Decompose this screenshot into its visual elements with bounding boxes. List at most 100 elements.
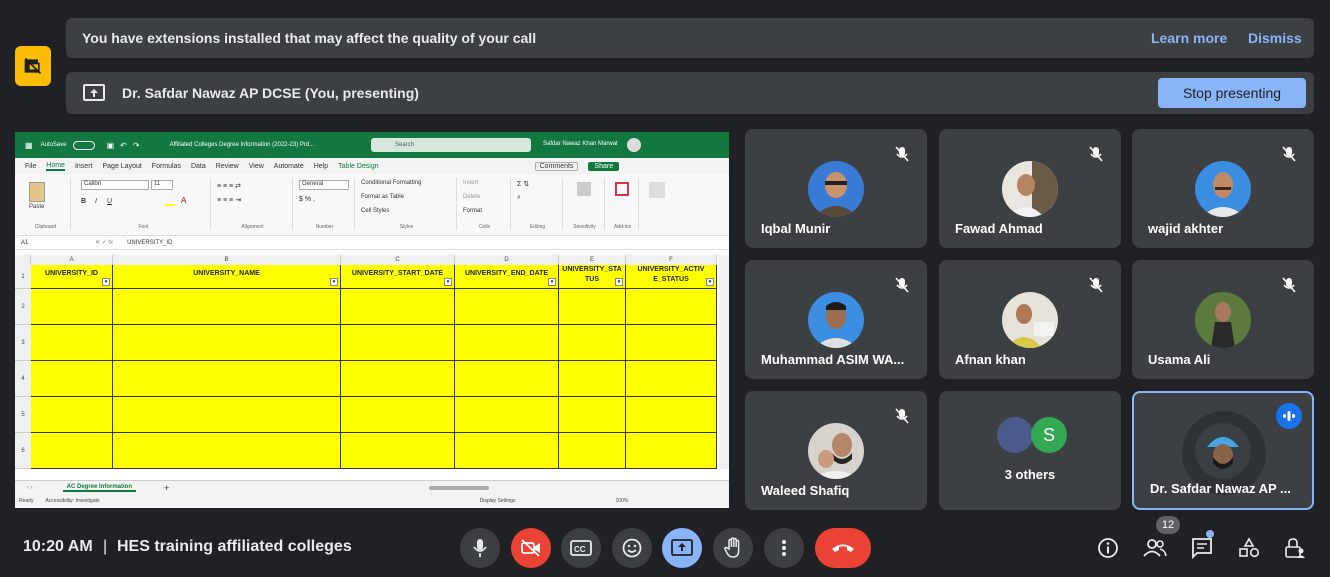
people-button[interactable] (1143, 536, 1167, 560)
font-size-select[interactable]: 11 (151, 180, 173, 190)
format-as-table-button[interactable]: Format as Table (361, 194, 404, 200)
autosum-icon[interactable]: Σ ⇅ (517, 180, 529, 188)
cell-styles-button[interactable]: Cell Styles (361, 208, 389, 214)
raise-hand-button[interactable] (713, 528, 753, 568)
column-a-cells[interactable] (31, 289, 113, 469)
column-d-cells[interactable] (455, 289, 559, 469)
analyze-data-icon[interactable] (649, 182, 665, 198)
menu-data[interactable]: Data (191, 163, 206, 170)
format-cells-button[interactable]: Format (463, 208, 482, 214)
chat-button[interactable] (1190, 536, 1214, 560)
column-e-cells[interactable] (559, 289, 626, 469)
menu-automate[interactable]: Automate (274, 163, 304, 170)
menu-table-design[interactable]: Table Design (338, 163, 378, 170)
menu-insert[interactable]: Insert (75, 163, 93, 170)
column-head-f[interactable]: F (626, 255, 717, 265)
sheet-tab-ac-degree[interactable]: AC Degree Information (62, 484, 137, 492)
row-head[interactable]: 6 (15, 433, 31, 469)
microphone-button[interactable] (460, 528, 500, 568)
dismiss-button[interactable]: Dismiss (1248, 30, 1302, 46)
learn-more-link[interactable]: Learn more (1151, 30, 1227, 46)
header-university-start-date[interactable]: UNIVERSITY_START_DATE ▾ (341, 265, 455, 289)
participant-tile[interactable]: Afnan khan (939, 260, 1121, 379)
font-color-icon[interactable]: A (181, 196, 186, 205)
meeting-details-button[interactable] (1096, 536, 1120, 560)
add-sheet-icon[interactable]: + (164, 483, 169, 493)
fill-color-icon[interactable] (165, 198, 175, 206)
align-icons[interactable]: ≡ ≡ ≡ ⇄ (217, 182, 241, 190)
insert-cells-button[interactable]: Insert (463, 180, 478, 186)
row-head[interactable]: 5 (15, 397, 31, 433)
participant-tile[interactable]: wajid akhter (1132, 129, 1314, 248)
menu-formulas[interactable]: Formulas (152, 163, 181, 170)
column-head-c[interactable]: C (341, 255, 455, 265)
captions-button[interactable]: CC (561, 528, 601, 568)
others-tile[interactable]: S 3 others (939, 391, 1121, 510)
filter-dropdown-icon[interactable]: ▾ (706, 278, 714, 286)
menu-help[interactable]: Help (314, 163, 328, 170)
number-format-select[interactable]: General (299, 180, 349, 190)
header-university-status[interactable]: UNIVERSITY_STA TUS ▾ (559, 265, 626, 289)
find-icon[interactable]: ⌕ (517, 194, 521, 202)
delete-cells-button[interactable]: Delete (463, 194, 480, 200)
participant-tile[interactable]: Muhammad ASIM WA... (745, 260, 927, 379)
participant-tile[interactable]: Usama Ali (1132, 260, 1314, 379)
stop-presenting-button[interactable]: Stop presenting (1158, 78, 1306, 108)
zoom-level[interactable]: 100% (616, 498, 629, 504)
row-head[interactable]: 2 (15, 289, 31, 325)
conditional-formatting-button[interactable]: Conditional Formatting (361, 180, 421, 186)
font-name-select[interactable]: Calibri (81, 180, 149, 190)
comments-button[interactable]: Comments (534, 161, 579, 171)
autosave-toggle[interactable] (72, 140, 95, 150)
addins-icon[interactable] (615, 182, 629, 196)
bold-button[interactable]: B (81, 198, 86, 205)
search-input[interactable]: Search (371, 138, 531, 152)
undo-icon[interactable]: ↶ (120, 141, 127, 150)
name-box[interactable]: A1 (21, 240, 71, 246)
filter-dropdown-icon[interactable]: ▾ (102, 278, 110, 286)
participant-tile[interactable]: Fawad Ahmad (939, 129, 1121, 248)
filter-dropdown-icon[interactable]: ▾ (615, 278, 623, 286)
extension-warning-icon[interactable] (15, 46, 51, 86)
header-university-end-date[interactable]: UNIVERSITY_END_DATE ▾ (455, 265, 559, 289)
header-university-active-status[interactable]: UNIVERSITY_ACTIV E_STATUS ▾ (626, 265, 717, 289)
horizontal-scrollbar[interactable] (429, 485, 490, 490)
user-avatar[interactable] (627, 138, 641, 152)
redo-icon[interactable]: ↷ (133, 141, 140, 150)
row-head[interactable]: 4 (15, 361, 31, 397)
column-head-d[interactable]: D (455, 255, 559, 265)
italic-button[interactable]: I (95, 198, 97, 205)
menu-page-layout[interactable]: Page Layout (102, 163, 141, 170)
header-university-name[interactable]: UNIVERSITY_NAME ▾ (113, 265, 341, 289)
header-university-id[interactable]: UNIVERSITY_ID ▾ (31, 265, 113, 289)
vertical-scrollbar[interactable] (719, 255, 729, 469)
more-options-button[interactable] (764, 528, 804, 568)
column-head-b[interactable]: B (113, 255, 341, 265)
column-head-e[interactable]: E (559, 255, 626, 265)
tab-prev-icon[interactable]: ‹ › (27, 485, 33, 491)
number-format-icons[interactable]: $ % , (299, 196, 315, 203)
self-tile[interactable]: Dr. Safdar Nawaz AP ... (1132, 391, 1314, 510)
menu-view[interactable]: View (249, 163, 264, 170)
participant-tile[interactable]: Iqbal Munir (745, 129, 927, 248)
menu-home[interactable]: Home (46, 162, 65, 171)
align-icons-row2[interactable]: ≡ ≡ ≡ ⇥ (217, 196, 241, 204)
column-head-a[interactable]: A (31, 255, 113, 265)
column-c-cells[interactable] (341, 289, 455, 469)
activities-button[interactable] (1237, 536, 1261, 560)
menu-review[interactable]: Review (216, 163, 239, 170)
row-head[interactable]: 1 (15, 265, 31, 289)
share-button[interactable]: Share (588, 161, 620, 171)
status-accessibility[interactable]: Accessibility: Investigate (45, 498, 99, 504)
filter-dropdown-icon[interactable]: ▾ (330, 278, 338, 286)
filter-dropdown-icon[interactable]: ▾ (548, 278, 556, 286)
leave-call-button[interactable] (815, 528, 871, 568)
sensitivity-icon[interactable] (577, 182, 591, 196)
row-head[interactable]: 3 (15, 325, 31, 361)
display-settings[interactable]: Display Settings (480, 498, 516, 504)
filter-dropdown-icon[interactable]: ▾ (444, 278, 452, 286)
camera-off-button[interactable] (511, 528, 551, 568)
corner-cell[interactable] (15, 255, 31, 265)
participant-tile[interactable]: Waleed Shafiq (745, 391, 927, 510)
underline-button[interactable]: U (107, 198, 112, 205)
